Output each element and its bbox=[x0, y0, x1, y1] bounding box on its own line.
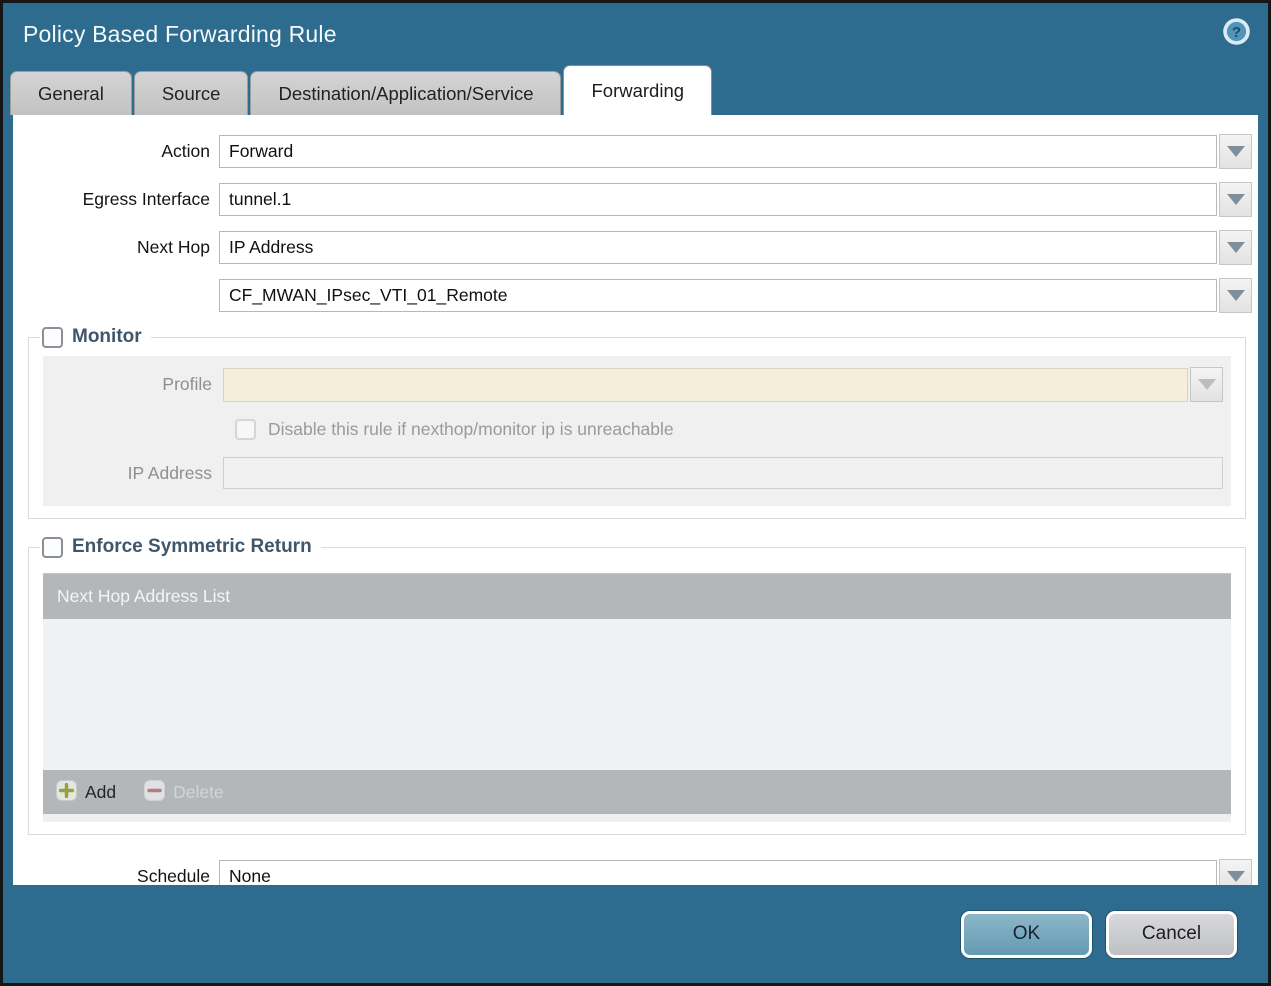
add-button-label: Add bbox=[85, 781, 117, 802]
next-hop-type-input[interactable] bbox=[219, 231, 1217, 264]
disable-rule-label: Disable this rule if nexthop/monitor ip … bbox=[268, 419, 674, 439]
enforce-symmetric-return-legend-label: Enforce Symmetric Return bbox=[72, 536, 312, 557]
svg-text:?: ? bbox=[1232, 24, 1241, 41]
help-icon[interactable]: ? bbox=[1222, 17, 1251, 46]
next-hop-label: Next Hop bbox=[137, 237, 210, 257]
plus-icon bbox=[56, 780, 77, 804]
monitor-ip-address-row: IP Address bbox=[43, 457, 1223, 489]
tab-bar: General Source Destination/Application/S… bbox=[3, 65, 1268, 115]
monitor-ip-address-label: IP Address bbox=[127, 462, 212, 483]
egress-interface-label: Egress Interface bbox=[82, 189, 210, 209]
delete-button-disabled: Delete bbox=[144, 780, 224, 804]
profile-input-disabled bbox=[223, 367, 1188, 402]
policy-based-forwarding-dialog: Policy Based Forwarding Rule ? General S… bbox=[0, 0, 1271, 986]
next-hop-address-list-table: Next Hop Address List Add Delete bbox=[43, 573, 1231, 822]
dialog-footer: OK Cancel bbox=[3, 885, 1268, 983]
tab-general[interactable]: General bbox=[10, 71, 132, 115]
profile-row: Profile bbox=[43, 367, 1223, 402]
monitor-checkbox[interactable] bbox=[42, 326, 63, 348]
action-combo bbox=[219, 134, 1252, 169]
monitor-section: Monitor Profile Disable this rule if nex… bbox=[28, 326, 1246, 519]
monitor-legend: Monitor bbox=[40, 326, 151, 348]
add-button[interactable]: Add bbox=[56, 780, 116, 804]
disable-rule-row: Disable this rule if nexthop/monitor ip … bbox=[235, 419, 1231, 440]
chevron-down-icon bbox=[1226, 871, 1245, 882]
tab-source[interactable]: Source bbox=[133, 71, 249, 115]
chevron-down-icon bbox=[1226, 146, 1245, 157]
next-hop-address-input[interactable] bbox=[219, 279, 1217, 312]
monitor-ip-address-input-disabled bbox=[223, 457, 1223, 489]
schedule-dropdown-button[interactable] bbox=[1219, 859, 1252, 885]
forwarding-tab-panel: Action Egress Interface Next Hop bbox=[13, 115, 1258, 885]
chevron-down-icon bbox=[1226, 194, 1245, 205]
schedule-input[interactable] bbox=[219, 860, 1217, 885]
profile-label: Profile bbox=[162, 374, 212, 394]
minus-icon bbox=[144, 780, 166, 804]
chevron-down-icon bbox=[1226, 242, 1245, 253]
cancel-button[interactable]: Cancel bbox=[1106, 910, 1237, 958]
dialog-titlebar: Policy Based Forwarding Rule bbox=[3, 3, 1268, 65]
enforce-symmetric-return-checkbox[interactable] bbox=[42, 536, 63, 558]
schedule-row: Schedule bbox=[13, 859, 1252, 885]
disable-rule-checkbox bbox=[235, 419, 256, 440]
chevron-down-icon bbox=[1197, 379, 1216, 390]
schedule-label: Schedule bbox=[137, 866, 210, 885]
egress-interface-dropdown-button[interactable] bbox=[1219, 182, 1252, 217]
egress-interface-combo bbox=[219, 182, 1252, 217]
ok-button[interactable]: OK bbox=[961, 910, 1092, 958]
egress-interface-row: Egress Interface bbox=[13, 182, 1252, 217]
monitor-legend-label: Monitor bbox=[72, 326, 142, 347]
action-label: Action bbox=[161, 141, 210, 161]
action-dropdown-button[interactable] bbox=[1219, 134, 1252, 169]
next-hop-address-list-header: Next Hop Address List bbox=[43, 573, 1231, 619]
action-input[interactable] bbox=[219, 135, 1217, 168]
next-hop-row: Next Hop bbox=[13, 230, 1252, 265]
tab-destination-application-service[interactable]: Destination/Application/Service bbox=[250, 71, 562, 115]
dialog-title: Policy Based Forwarding Rule bbox=[23, 20, 337, 47]
next-hop-address-combo bbox=[219, 278, 1252, 313]
tab-forwarding[interactable]: Forwarding bbox=[563, 65, 713, 115]
next-hop-dropdown-button[interactable] bbox=[1219, 230, 1252, 265]
next-hop-address-dropdown-button[interactable] bbox=[1219, 278, 1252, 313]
next-hop-address-row bbox=[13, 278, 1252, 313]
action-row: Action bbox=[13, 134, 1252, 169]
next-hop-address-list-body-empty bbox=[43, 619, 1231, 770]
table-bottom-strip bbox=[43, 814, 1231, 822]
egress-interface-input[interactable] bbox=[219, 183, 1217, 216]
profile-dropdown-button-disabled bbox=[1190, 367, 1223, 402]
enforce-symmetric-return-legend: Enforce Symmetric Return bbox=[40, 536, 321, 558]
monitor-panel: Profile Disable this rule if nexthop/mon… bbox=[43, 356, 1231, 506]
delete-button-label: Delete bbox=[173, 781, 224, 802]
next-hop-combo bbox=[219, 230, 1252, 265]
schedule-combo bbox=[219, 859, 1252, 885]
next-hop-address-list-toolbar: Add Delete bbox=[43, 770, 1231, 814]
enforce-symmetric-return-section: Enforce Symmetric Return Next Hop Addres… bbox=[28, 536, 1246, 835]
chevron-down-icon bbox=[1226, 290, 1245, 301]
